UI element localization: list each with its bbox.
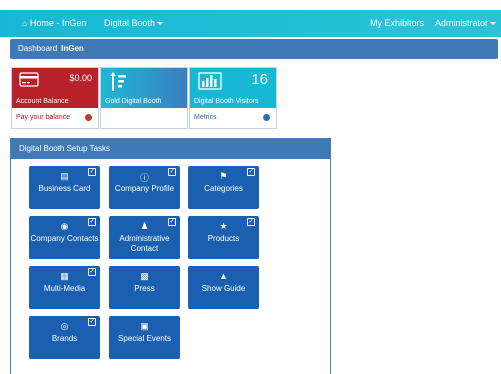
arrow-circle-right-icon <box>85 114 92 121</box>
nav-home-link[interactable]: ⌂ Home - InGen <box>22 10 86 37</box>
gold-digital-booth-header: Gold Digital Booth <box>101 68 187 108</box>
account-balance-label: Account Balance <box>16 98 69 105</box>
checkbox-checked-icon: ✓ <box>168 168 176 176</box>
account-balance-value: $0.00 <box>69 73 92 83</box>
caret-down-icon <box>490 22 497 26</box>
task-label: Administrative Contact <box>119 234 170 253</box>
task-label: Products <box>207 234 240 243</box>
task-label: Brands <box>51 334 78 343</box>
nav-my-exhibitors-link[interactable]: My Exhibitors <box>370 10 424 37</box>
task-brands[interactable]: ◎ ✓ Brands <box>29 316 100 359</box>
pay-balance-label: Pay your balance <box>16 114 71 121</box>
breadcrumb-root[interactable]: Dashboard <box>18 44 57 53</box>
checkbox-checked-icon: ✓ <box>247 168 255 176</box>
task-administrative-contact[interactable]: ♟ ✓ Administrative Contact <box>109 216 180 259</box>
visitors-label: Digital Booth Visitors <box>194 98 259 105</box>
bar-chart-icon <box>198 72 222 90</box>
checkbox-checked-icon: ✓ <box>88 218 96 226</box>
task-label: Multi-Media <box>43 284 86 293</box>
nav-digital-booth-label: Digital Booth <box>104 18 156 28</box>
task-label: Press <box>134 284 155 293</box>
breadcrumb: Dashboard InGen <box>10 39 498 59</box>
checkbox-checked-icon: ✓ <box>168 218 176 226</box>
task-special-events[interactable]: ▣ Special Events <box>109 316 180 359</box>
nav-administrator-dropdown[interactable]: Administrator <box>435 10 497 37</box>
breadcrumb-current: InGen <box>61 44 84 53</box>
digital-booth-visitors-tile: 16 Digital Booth Visitors Metrics <box>189 67 277 129</box>
task-company-profile[interactable]: ⓘ ✓ Company Profile <box>109 166 180 209</box>
checkbox-checked-icon: ✓ <box>247 218 255 226</box>
calendar-icon: ▣ <box>140 321 149 331</box>
task-business-card[interactable]: ▤ ✓ Business Card <box>29 166 100 209</box>
task-label: Categories <box>204 184 243 193</box>
visitors-count: 16 <box>251 71 268 88</box>
digital-booth-visitors-header: 16 Digital Booth Visitors <box>190 68 276 108</box>
metrics-link[interactable]: Metrics <box>190 108 276 128</box>
account-balance-tile: $0.00 Account Balance Pay your balance <box>11 67 99 129</box>
task-press[interactable]: ▩ Press <box>109 266 180 309</box>
checkbox-checked-icon: ✓ <box>88 268 96 276</box>
task-label: Business Card <box>38 184 91 193</box>
nav-my-exhibitors-label: My Exhibitors <box>370 18 425 28</box>
task-categories[interactable]: ⚑ ✓ Categories <box>188 166 259 209</box>
book-icon: ▲ <box>219 271 228 281</box>
nav-digital-booth-dropdown[interactable]: Digital Booth <box>104 10 164 37</box>
task-company-contacts[interactable]: ◉ ✓ Company Contacts <box>29 216 100 259</box>
checkbox-checked-icon: ✓ <box>88 168 96 176</box>
gold-digital-booth-footer <box>101 108 187 128</box>
arrow-circle-right-icon <box>263 114 270 121</box>
home-icon: ⌂ <box>22 19 27 28</box>
task-label: Company Contacts <box>30 234 99 243</box>
task-multi-media[interactable]: ▦ ✓ Multi-Media <box>29 266 100 309</box>
setup-tasks-panel: Digital Booth Setup Tasks ▤ ✓ Business C… <box>10 138 331 374</box>
task-products[interactable]: ★ ✓ Products <box>188 216 259 259</box>
nav-administrator-label: Administrator <box>435 18 489 28</box>
account-balance-header: $0.00 Account Balance <box>12 68 98 108</box>
gold-digital-booth-tile: Gold Digital Booth <box>100 67 188 129</box>
newspaper-icon: ▩ <box>140 271 149 281</box>
task-label: Company Profile <box>114 184 175 193</box>
task-show-guide[interactable]: ▲ Show Guide <box>188 266 259 309</box>
top-navbar: ⌂ Home - InGen Digital Booth My Exhibitor… <box>0 10 501 37</box>
setup-tasks-title: Digital Booth Setup Tasks <box>11 139 330 159</box>
checkbox-checked-icon: ✓ <box>88 318 96 326</box>
metrics-label: Metrics <box>194 114 217 121</box>
pay-balance-link[interactable]: Pay your balance <box>12 108 98 128</box>
nav-home-label: Home - InGen <box>29 18 87 28</box>
gold-digital-booth-label: Gold Digital Booth <box>105 98 162 105</box>
caret-down-icon <box>157 22 164 26</box>
task-label: Special Events <box>118 334 171 343</box>
credit-card-icon <box>19 72 39 87</box>
task-label: Show Guide <box>201 284 246 293</box>
sort-amount-icon <box>110 72 126 91</box>
